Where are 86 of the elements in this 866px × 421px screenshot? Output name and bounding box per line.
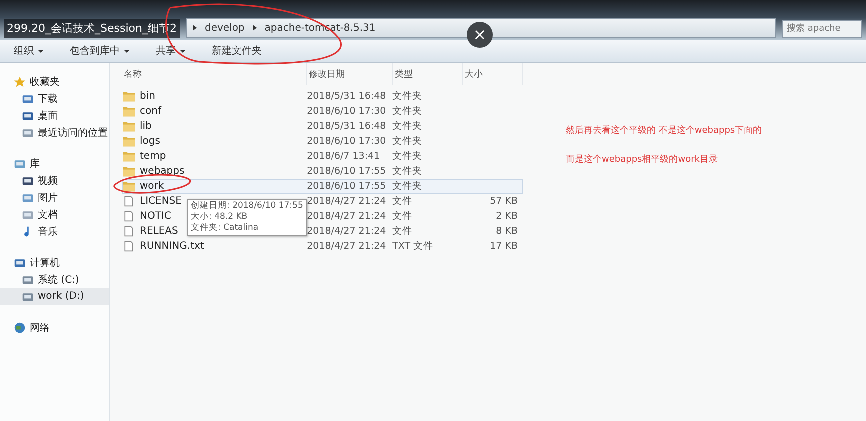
file-row[interactable]: work 2018/6/10 17:55 文件夹 (122, 179, 523, 194)
sidebar-item[interactable]: 系统 (C:) (0, 271, 109, 288)
folder-icon (123, 136, 135, 147)
type-cell: 文件夹 (392, 181, 423, 192)
folder-icon (123, 91, 135, 102)
file-icon (123, 211, 135, 222)
date-cell: 2018/4/27 21:24 (307, 241, 386, 252)
type-cell: 文件夹 (392, 166, 423, 177)
type-cell: 文件 (392, 211, 413, 222)
file-name[interactable]: NOTIC (140, 211, 172, 222)
sidebar-item[interactable]: 视频 (0, 172, 109, 189)
file-name[interactable]: RUNNING.txt (140, 241, 204, 252)
type-cell: 文件夹 (392, 91, 423, 102)
date-cell: 2018/6/10 17:30 (307, 106, 386, 117)
size-cell: 57 KB (490, 196, 518, 207)
computer-icon (14, 256, 26, 268)
folder-icon (123, 121, 135, 132)
drive-icon (22, 290, 34, 302)
file-icon (123, 226, 135, 237)
column-header[interactable]: 修改日期 (307, 63, 393, 85)
folder-icon (123, 151, 135, 162)
date-cell: 2018/6/7 13:41 (307, 151, 380, 162)
sidebar-item[interactable]: 文档 (0, 206, 109, 223)
desktop-icon (22, 110, 34, 122)
date-cell: 2018/4/27 21:24 (307, 226, 386, 237)
sidebar-item[interactable]: 最近访问的位置 (0, 124, 109, 141)
file-name[interactable]: RELEAS (140, 226, 178, 237)
caret-icon (124, 50, 130, 52)
sidebar-item[interactable]: 图片 (0, 189, 109, 206)
size-cell: 8 KB (496, 226, 518, 237)
tooltip-line: 大小: 48.2 KB (191, 212, 249, 223)
sidebar-item[interactable]: 桌面 (0, 107, 109, 124)
type-cell: 文件夹 (392, 136, 423, 147)
date-cell: 2018/4/27 21:24 (307, 196, 386, 207)
date-cell: 2018/5/31 16:48 (307, 121, 386, 132)
sidebar-item[interactable]: 音乐 (0, 223, 109, 240)
sidebar-item[interactable]: work (D:) (0, 288, 109, 305)
annotation-text: 而是这个webapps相平级的work目录 (566, 154, 720, 166)
folder-icon (123, 166, 135, 177)
type-cell: 文件夹 (392, 151, 423, 162)
file-name[interactable]: logs (140, 136, 160, 147)
file-name[interactable]: temp (140, 151, 166, 162)
tooltip-line: 文件夹: Catalina (191, 223, 260, 234)
column-header[interactable]: 名称 (122, 63, 307, 85)
toolbar-button[interactable]: 组织 (14, 42, 44, 60)
annotation-text: 然后再去看这个平级的 不是这个webapps下面的 (566, 124, 762, 137)
file-name[interactable]: bin (140, 91, 156, 102)
date-cell: 2018/5/31 16:48 (307, 91, 386, 102)
file-icon (123, 196, 135, 207)
date-cell: 2018/6/10 17:30 (307, 136, 386, 147)
type-cell: 文件夹 (392, 121, 423, 132)
file-name[interactable]: lib (140, 121, 152, 132)
folder-icon (123, 181, 135, 192)
star-icon (14, 76, 26, 88)
file-name[interactable]: webapps (140, 166, 185, 177)
breadcrumb-item[interactable]: develop (204, 22, 245, 34)
toolbar-button[interactable]: 新建文件夹 (212, 42, 262, 60)
search-field[interactable]: 搜索 apache (782, 20, 862, 38)
type-cell: 文件 (392, 196, 413, 207)
folder-icon (123, 106, 135, 117)
type-cell: 文件 (392, 226, 413, 237)
column-header[interactable]: 大小 (463, 63, 523, 85)
file-icon (123, 241, 135, 252)
file-name[interactable]: LICENSE (140, 196, 182, 207)
sidebar-header[interactable]: 网络 (0, 319, 109, 336)
file-name[interactable]: conf (140, 106, 162, 117)
column-header[interactable]: 类型 (393, 63, 463, 85)
sidebar-header[interactable]: 计算机 (0, 254, 109, 271)
size-cell: 17 KB (490, 241, 518, 252)
file-name: work (140, 181, 164, 192)
caret-icon (180, 50, 186, 52)
date-cell: 2018/6/10 17:55 (307, 181, 386, 192)
date-cell: 2018/6/10 17:55 (307, 166, 386, 177)
sidebar-header[interactable]: 库 (0, 155, 109, 172)
date-cell: 2018/4/27 21:24 (307, 211, 386, 222)
toolbar-button[interactable]: 包含到库中 (70, 42, 130, 60)
toolbar-button[interactable]: 共享 (156, 42, 186, 60)
sidebar-header[interactable]: 收藏夹 (0, 73, 109, 90)
type-cell: TXT 文件 (392, 241, 434, 252)
type-cell: 文件夹 (392, 106, 423, 117)
caret-icon (38, 50, 44, 52)
sidebar-item[interactable]: 下载 (0, 90, 109, 107)
size-cell: 2 KB (496, 211, 518, 222)
tooltip-line: 创建日期: 2018/6/10 17:55 (191, 201, 304, 212)
globe-icon (14, 322, 26, 334)
drive-icon (22, 274, 34, 286)
